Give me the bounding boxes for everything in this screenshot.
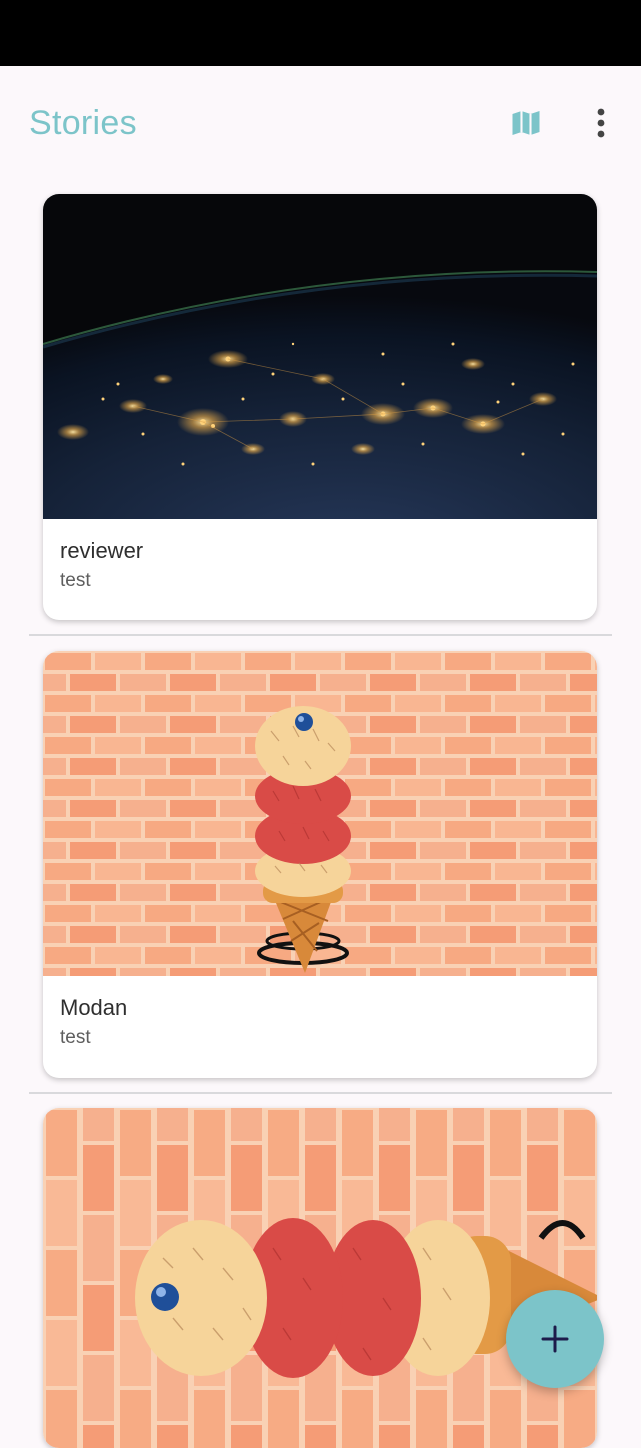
divider: [29, 634, 612, 636]
story-card[interactable]: [43, 1108, 597, 1448]
story-name: Modan: [60, 995, 128, 1020]
story-card[interactable]: reviewer test: [43, 194, 597, 620]
add-story-button[interactable]: [506, 1290, 604, 1388]
story-description: test: [60, 1027, 91, 1048]
story-name: reviewer: [60, 538, 144, 563]
more-options-button[interactable]: [586, 102, 616, 144]
story-image: [43, 194, 597, 519]
status-bar: [0, 0, 641, 66]
map-button[interactable]: [505, 102, 547, 144]
divider: [29, 1092, 612, 1094]
story-image: [43, 651, 597, 976]
story-image: [43, 1108, 597, 1448]
page-title: Stories: [29, 104, 137, 142]
plus-icon: [541, 1325, 569, 1353]
more-vert-icon: [597, 108, 605, 138]
app-bar: Stories: [0, 66, 641, 184]
story-card[interactable]: Modan test: [43, 651, 597, 1078]
map-icon: [512, 111, 540, 135]
story-description: test: [60, 570, 91, 591]
